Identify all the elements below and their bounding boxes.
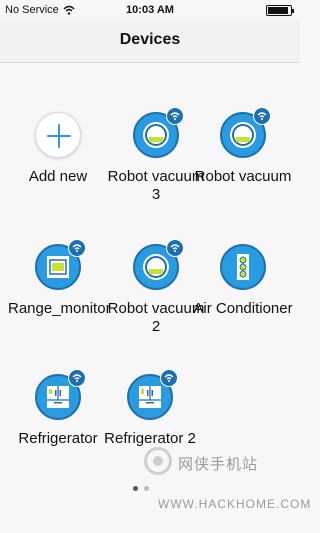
device-label: Robot vacuum 3 xyxy=(107,168,205,203)
status-time: 10:03 AM xyxy=(126,4,174,16)
device-label: Air Conditioner xyxy=(193,300,293,317)
device-label: Range_monitor xyxy=(8,300,111,317)
watermark-brand: 网侠手机站 xyxy=(178,455,259,473)
page-dot[interactable] xyxy=(133,486,138,491)
wifi-badge-icon xyxy=(166,107,184,125)
device-tile-range-monitor[interactable]: Range_monitor xyxy=(8,239,111,318)
status-bar: No Service 10:03 AM xyxy=(0,0,300,20)
device-tile-robot-vacuum-3[interactable]: Robot vacuum 3 xyxy=(106,107,206,204)
add-circle[interactable] xyxy=(35,112,81,158)
device-label: Add new xyxy=(28,168,88,185)
device-tile-air-conditioner[interactable]: Air Conditioner xyxy=(193,244,293,318)
device-label: Refrigerator 2 xyxy=(104,430,196,447)
device-label: Robot vacuum xyxy=(194,168,292,185)
battery-fill xyxy=(268,7,288,14)
device-tile-refrigerator-2[interactable]: Refrigerator 2 xyxy=(100,369,200,448)
device-tile-robot-vacuum[interactable]: Robot vacuum xyxy=(193,107,293,186)
device-tile-add-new[interactable]: Add new xyxy=(8,112,108,186)
device-label: Robot vacuum 2 xyxy=(107,300,205,335)
wifi-badge-icon xyxy=(166,239,184,257)
wifi-badge-icon xyxy=(68,369,86,387)
battery-icon xyxy=(266,5,294,16)
wifi-badge-icon xyxy=(160,369,178,387)
plus-icon xyxy=(47,124,71,148)
air-conditioner-icon xyxy=(237,254,249,280)
watermark-url: WWW.HACKHOME.COM xyxy=(158,497,312,511)
page-title: Devices xyxy=(119,31,181,48)
device-tile-robot-vacuum-2[interactable]: Robot vacuum 2 xyxy=(106,239,206,336)
navigation-bar: Devices xyxy=(0,20,300,63)
watermark-logo-icon xyxy=(144,447,172,475)
wifi-badge-icon xyxy=(68,239,86,257)
wifi-badge-icon xyxy=(253,107,271,125)
device-label: Refrigerator xyxy=(18,430,98,447)
add-new-button[interactable] xyxy=(35,112,81,158)
device-tile-refrigerator[interactable]: Refrigerator xyxy=(8,369,108,448)
watermark: 网侠手机站 WWW.HACKHOME.COM xyxy=(140,447,310,527)
device-icon-circle[interactable] xyxy=(220,244,266,290)
